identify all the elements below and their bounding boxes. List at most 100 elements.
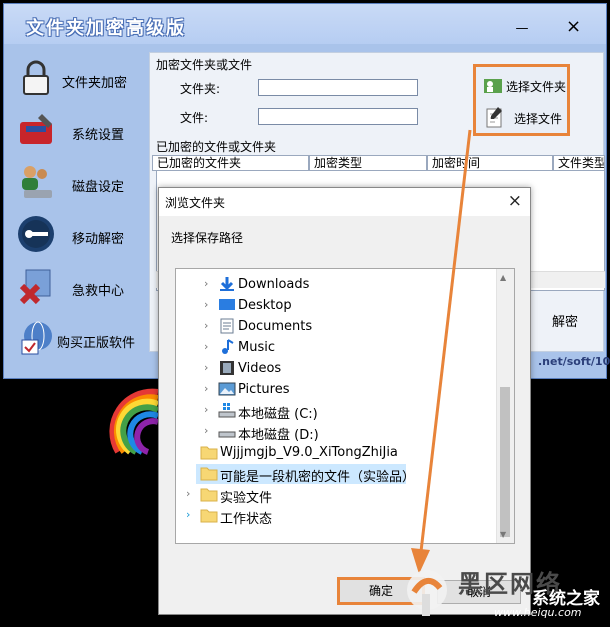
folder-path-input[interactable] — [258, 79, 418, 96]
expand-arrow-icon[interactable]: › — [204, 319, 208, 332]
sidebar-item-system-settings[interactable]: 系统设置 — [10, 106, 146, 154]
watermark: 黑区网络 系统之家 www.heiqu.com — [402, 562, 608, 624]
watermark-logo-icon — [407, 570, 447, 616]
select-file-button[interactable]: 选择文件 — [480, 103, 566, 131]
decrypt-button[interactable]: 解密 — [552, 311, 578, 330]
expand-arrow-icon[interactable]: › — [204, 403, 208, 416]
tree-item-label: 本地磁盘 (C:) — [238, 407, 318, 422]
app-title-bar: 文件夹加密高级版 — × — [4, 4, 606, 44]
url-fragment: .net/soft/10 — [538, 355, 610, 368]
drive-c-icon — [218, 403, 236, 418]
videos-icon — [220, 361, 234, 375]
tree-item-label: Pictures — [238, 382, 290, 397]
tree-item-label: Wjjjmgjb_V9.0_XiTongZhiJia — [220, 445, 398, 460]
dialog-prompt: 选择保存路径 — [171, 231, 244, 245]
rescue-icon — [19, 269, 51, 305]
tree-item-label: 工作状态 — [220, 512, 273, 527]
folder-tree[interactable]: › Downloads › Desktop › Documents › Musi… — [175, 268, 515, 544]
downloads-icon — [220, 277, 234, 291]
folder-icon — [200, 488, 218, 502]
scroll-up-icon[interactable]: ▲ — [500, 273, 506, 282]
tree-item-label: 本地磁盘 (D:) — [238, 428, 319, 443]
tree-item-confidential-selected[interactable]: 可能是一段机密的文件（实验品） — [196, 464, 415, 485]
column-header-encrypted-folder[interactable]: 已加密的文件夹 — [152, 155, 309, 171]
tree-item-desktop[interactable]: › Desktop — [176, 296, 498, 316]
sidebar-item-buy[interactable]: 购买正版软件 — [10, 314, 146, 362]
sidebar-item-label: 磁盘设定 — [72, 180, 125, 195]
tree-item-label: Desktop — [238, 298, 292, 313]
scroll-thumb[interactable] — [500, 387, 510, 537]
tree-item-label: Documents — [238, 319, 313, 334]
folder-icon — [200, 509, 218, 523]
expand-arrow-icon[interactable]: › — [204, 424, 208, 437]
close-button[interactable]: × — [566, 18, 581, 36]
scroll-down-icon[interactable]: ▼ — [500, 530, 506, 539]
drive-d-icon — [218, 431, 236, 438]
expand-arrow-icon[interactable]: › — [204, 361, 208, 374]
expand-arrow-icon[interactable]: › — [204, 277, 208, 290]
encrypt-group-label: 加密文件夹或文件 — [156, 58, 253, 72]
sidebar-item-folder-encrypt[interactable]: 文件夹加密 — [10, 54, 146, 102]
tree-item-label: 实验文件 — [220, 491, 273, 506]
file-path-input[interactable] — [258, 108, 418, 125]
dialog-title: 浏览文件夹 — [165, 196, 226, 210]
document-pen-icon — [486, 107, 502, 128]
tree-item-label: Downloads — [238, 277, 310, 292]
minimize-button[interactable]: — — [515, 22, 529, 36]
sidebar-item-label: 移动解密 — [72, 232, 125, 247]
select-file-label: 选择文件 — [514, 112, 563, 126]
folder-user-icon — [484, 79, 502, 93]
tree-item-pictures[interactable]: › Pictures — [176, 380, 498, 400]
tree-item-videos[interactable]: › Videos — [176, 359, 498, 379]
tree-item-label: 可能是一段机密的文件（实验品） — [220, 470, 416, 485]
folder-icon — [200, 467, 218, 481]
sidebar-item-label: 文件夹加密 — [62, 76, 128, 91]
tree-item-work-status[interactable]: › 工作状态 — [176, 506, 498, 527]
documents-icon — [220, 318, 234, 334]
tree-item-wjjjmgjb[interactable]: Wjjjmgjb_V9.0_XiTongZhiJia — [176, 443, 498, 463]
column-header-encrypt-time[interactable]: 加密时间 — [427, 155, 553, 171]
watermark-url: www.heiqu.com — [494, 606, 582, 619]
dialog-close-button[interactable]: × — [508, 191, 522, 211]
expand-arrow-icon[interactable]: › — [186, 487, 190, 500]
expand-arrow-icon[interactable]: › — [186, 508, 190, 521]
lock-icon — [23, 60, 49, 95]
expand-arrow-icon[interactable]: › — [204, 340, 208, 353]
select-folder-button[interactable]: 选择文件夹 — [480, 71, 566, 99]
tree-vertical-scrollbar[interactable]: ▲ ▼ — [496, 269, 514, 543]
sidebar-item-rescue-center[interactable]: 急救中心 — [10, 262, 146, 310]
folder-icon — [200, 446, 218, 460]
dialog-title-bar: 浏览文件夹 × — [159, 188, 530, 216]
tree-item-downloads[interactable]: › Downloads — [176, 275, 498, 295]
sidebar-item-disk-settings[interactable]: 磁盘设定 — [10, 158, 146, 206]
tree-item-experiment[interactable]: › 实验文件 — [176, 485, 498, 506]
key-icon — [18, 216, 54, 252]
tree-item-drive-c[interactable]: › 本地磁盘 (C:) — [176, 401, 498, 422]
browse-folder-dialog: 浏览文件夹 × 选择保存路径 › Downloads › Desktop › D… — [158, 187, 531, 615]
sidebar-item-label: 急救中心 — [72, 284, 125, 299]
tree-item-label: Videos — [238, 361, 282, 376]
tree-item-documents[interactable]: › Documents — [176, 317, 498, 337]
pictures-icon — [218, 382, 236, 396]
sidebar-item-mobile-decrypt[interactable]: 移动解密 — [10, 210, 146, 258]
column-header-file-type[interactable]: 文件类型 — [553, 155, 605, 171]
globe-buy-icon — [21, 321, 52, 355]
expand-arrow-icon[interactable]: › — [204, 382, 208, 395]
tree-item-music[interactable]: › Music — [176, 338, 498, 358]
select-folder-label: 选择文件夹 — [506, 80, 567, 94]
sidebar-item-label: 系统设置 — [72, 128, 125, 143]
desktop-icon — [219, 299, 235, 310]
user-disk-icon — [22, 166, 52, 198]
folder-label: 文件夹: — [180, 82, 221, 96]
tree-item-drive-d[interactable]: › 本地磁盘 (D:) — [176, 422, 498, 443]
sidebar-item-label: 购买正版软件 — [57, 336, 136, 351]
app-title: 文件夹加密高级版 — [26, 18, 186, 39]
file-label: 文件: — [180, 111, 209, 125]
column-header-encrypt-type[interactable]: 加密类型 — [309, 155, 427, 171]
tree-item-label: Music — [238, 340, 275, 355]
toolbox-icon — [20, 114, 52, 144]
expand-arrow-icon[interactable]: › — [204, 298, 208, 311]
sidebar: 文件夹加密 系统设置 磁盘设定 移动解密 急救中心 购买正版软件 — [10, 54, 146, 355]
encrypted-group-label: 已加密的文件或文件夹 — [156, 140, 277, 154]
select-buttons-highlight: 选择文件夹 选择文件 — [473, 64, 570, 136]
